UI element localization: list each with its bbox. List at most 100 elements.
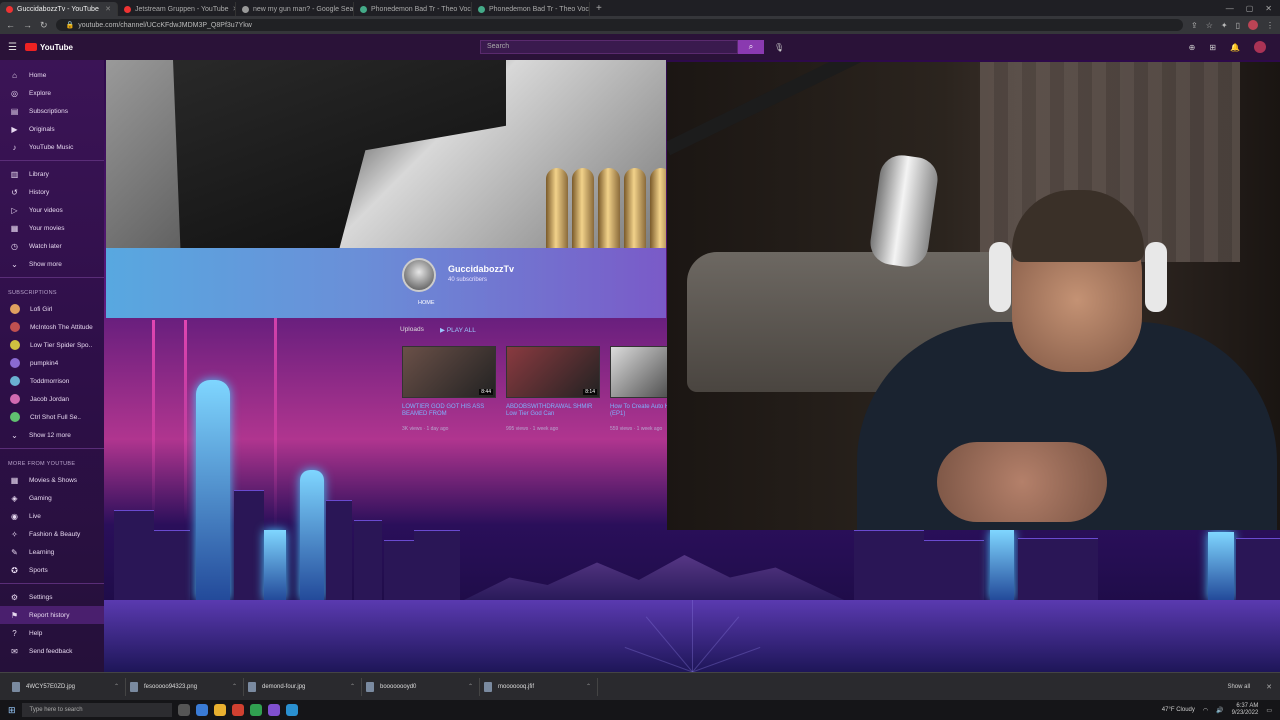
sidebar-icon[interactable]: ▯	[1236, 21, 1240, 30]
taskbar-search-input[interactable]: Type here to search	[21, 703, 172, 717]
browser-tab[interactable]: Phonedemon Bad Tr - Theo Voc✕	[472, 2, 590, 16]
video-title[interactable]: LOWTIER GOD GOT HIS ASS BEAMED FROM	[402, 404, 496, 418]
sidebar-item[interactable]: ✧ Fashion & Beauty	[0, 525, 104, 543]
sidebar-item[interactable]: ✎ Learning	[0, 543, 104, 561]
search-button[interactable]: ⌕	[738, 40, 764, 54]
chevron-up-icon[interactable]: ⌃	[232, 683, 237, 690]
apps-icon[interactable]: ⊞	[1209, 43, 1216, 52]
sidebar-item[interactable]: ◈ Gaming	[0, 489, 104, 507]
sidebar-item[interactable]: pumpkin4	[0, 354, 104, 372]
channel-avatar[interactable]	[402, 258, 436, 292]
subscriptions-icon: ▤	[10, 106, 19, 116]
sidebar-item[interactable]: ◷ Watch later	[0, 237, 104, 255]
windows-start-icon[interactable]: ⊞	[8, 705, 16, 716]
youtube-logo[interactable]: YouTube	[24, 43, 73, 52]
sidebar-item[interactable]: ⌂ Home	[0, 66, 104, 84]
url-input[interactable]: 🔒 youtube.com/channel/UCcKFdwJMDM3P_Q8Pf…	[55, 19, 1184, 31]
sidebar-item[interactable]: ⌄ Show more	[0, 255, 104, 273]
file-explorer-icon[interactable]	[213, 704, 226, 716]
sidebar-item[interactable]: ? Help	[0, 624, 104, 642]
sidebar-item[interactable]: ▦ Movies & Shows	[0, 471, 104, 489]
sidebar-item[interactable]: Ctrl Shot Full Se..	[0, 408, 104, 426]
hamburger-menu-icon[interactable]: ☰	[8, 42, 17, 53]
kebab-menu-icon[interactable]: ⋮	[1266, 21, 1274, 30]
tab-close-icon[interactable]: ✕	[105, 5, 111, 13]
download-item[interactable]: fesooooo94323.png ⌃	[126, 677, 244, 696]
light-beam	[274, 290, 277, 530]
download-item[interactable]: demond-four.jpg ⌃	[244, 677, 362, 696]
volume-icon[interactable]: 🔊	[1216, 707, 1223, 714]
browser-tab[interactable]: new my gun man? - Google Search✕	[236, 2, 354, 16]
video-duration: 8:14	[583, 389, 597, 395]
star-icon[interactable]: ☆	[1206, 21, 1213, 30]
uploads-heading[interactable]: Uploads	[400, 326, 424, 333]
create-icon[interactable]: ⊕	[1189, 43, 1196, 52]
notifications-icon[interactable]: ▭	[1266, 707, 1272, 714]
video-thumbnail[interactable]: 8:44	[402, 346, 496, 398]
sidebar-item[interactable]: Toddmorrison	[0, 372, 104, 390]
share-icon[interactable]: ⇪	[1191, 21, 1198, 30]
browser-tab[interactable]: Jetstream Gruppen - YouTube✕	[118, 2, 236, 16]
sidebar-item[interactable]: Low Tier Spider Spo..	[0, 336, 104, 354]
video-title[interactable]: ABDOBSWITHDRAWAL SHMIR Low Tier God Can	[506, 404, 600, 418]
show-all-downloads[interactable]: Show all	[1227, 684, 1250, 690]
chevron-up-icon[interactable]: ⌃	[468, 683, 473, 690]
browser-tab[interactable]: Phonedemon Bad Tr - Theo Vocaloi✕	[354, 2, 472, 16]
forward-icon[interactable]: →	[23, 20, 32, 30]
sidebar-item[interactable]: ▤ Subscriptions	[0, 102, 104, 120]
grid-floor	[104, 600, 1280, 672]
sidebar-item-label: Your videos	[29, 206, 63, 214]
sidebar-item[interactable]: ⌄ Show 12 more	[0, 426, 104, 444]
sidebar-item[interactable]: Jacob Jordan	[0, 390, 104, 408]
back-icon[interactable]: ←	[6, 20, 15, 30]
chevron-up-icon[interactable]: ⌃	[586, 683, 591, 690]
play-all-button[interactable]: ▶ PLAY ALL	[440, 326, 476, 334]
app-icon[interactable]	[249, 704, 262, 716]
minimize-icon[interactable]: —	[1226, 4, 1234, 13]
profile-avatar[interactable]	[1248, 20, 1258, 30]
clock[interactable]: 6:37 AM 9/23/2022	[1232, 703, 1259, 717]
chrome-icon[interactable]	[231, 704, 244, 716]
app-icon[interactable]	[267, 704, 280, 716]
task-view-icon[interactable]	[177, 704, 190, 716]
channel-avatar-icon	[10, 322, 20, 332]
download-item[interactable]: 4WCY57E0ZD.jpg ⌃	[8, 677, 126, 696]
reload-icon[interactable]: ↻	[40, 20, 48, 31]
sidebar-item[interactable]: McIntosh The Attitude	[0, 318, 104, 336]
sidebar-item[interactable]: ♪ YouTube Music	[0, 138, 104, 156]
edge-icon[interactable]	[195, 704, 208, 716]
close-downloads-icon[interactable]: ✕	[1266, 683, 1272, 691]
wifi-icon[interactable]: ◠	[1203, 707, 1208, 714]
sidebar-item[interactable]: Lofi Girl	[0, 300, 104, 318]
sidebar-item[interactable]: ▶ Originals	[0, 120, 104, 138]
new-tab-button[interactable]: +	[590, 3, 608, 14]
sidebar-item[interactable]: ⚑ Report history	[0, 606, 104, 624]
sidebar-item[interactable]: ▦ Your movies	[0, 219, 104, 237]
account-avatar[interactable]	[1254, 41, 1266, 53]
chevron-up-icon[interactable]: ⌃	[114, 683, 119, 690]
maximize-icon[interactable]: ▢	[1246, 4, 1254, 13]
sidebar-item[interactable]: ▥ Library	[0, 165, 104, 183]
browser-tab[interactable]: GuccidabozzTv - YouTube ✕	[0, 2, 118, 16]
app-icon[interactable]	[285, 704, 298, 716]
extensions-icon[interactable]: ✦	[1221, 21, 1228, 30]
sidebar-item[interactable]: ↺ History	[0, 183, 104, 201]
sidebar-item[interactable]: ✉ Send feedback	[0, 642, 104, 660]
download-item[interactable]: mooooooq.jfif ⌃	[480, 677, 598, 696]
bell-icon[interactable]: 🔔	[1230, 43, 1240, 52]
microphone-icon[interactable]: 🎙	[774, 43, 784, 52]
video-thumbnail[interactable]: 8:14	[506, 346, 600, 398]
banner-bullet	[624, 168, 646, 248]
sidebar-item[interactable]: ✪ Sports	[0, 561, 104, 579]
download-item[interactable]: boooooooyd0 ⌃	[362, 677, 480, 696]
sidebar-item[interactable]: ◉ Live	[0, 507, 104, 525]
sidebar-item[interactable]: ⚙ Settings	[0, 588, 104, 606]
sidebar-item[interactable]: ▷ Your videos	[0, 201, 104, 219]
search-input[interactable]: Search	[480, 40, 738, 54]
close-window-icon[interactable]: ✕	[1265, 4, 1272, 13]
channel-header: GuccidabozzTv 40 subscribers HOME	[106, 248, 666, 318]
chevron-up-icon[interactable]: ⌃	[350, 683, 355, 690]
tab-home[interactable]: HOME	[418, 300, 435, 306]
weather-text[interactable]: 47°F Cloudy	[1162, 707, 1195, 713]
sidebar-item[interactable]: ◎ Explore	[0, 84, 104, 102]
